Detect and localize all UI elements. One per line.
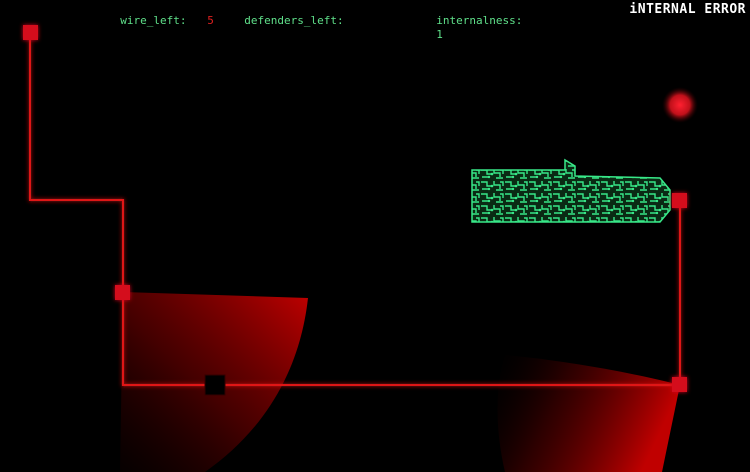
wire-node[interactable] — [672, 377, 687, 392]
wire-node[interactable] — [672, 193, 687, 208]
defender[interactable] — [204, 374, 226, 396]
target-circuit-board[interactable] — [471, 158, 671, 223]
wire-node[interactable] — [115, 285, 130, 300]
defender-beam-right — [497, 355, 680, 472]
red-orb — [662, 87, 698, 123]
game-canvas[interactable] — [0, 0, 750, 472]
wire-node-start[interactable] — [23, 25, 38, 40]
